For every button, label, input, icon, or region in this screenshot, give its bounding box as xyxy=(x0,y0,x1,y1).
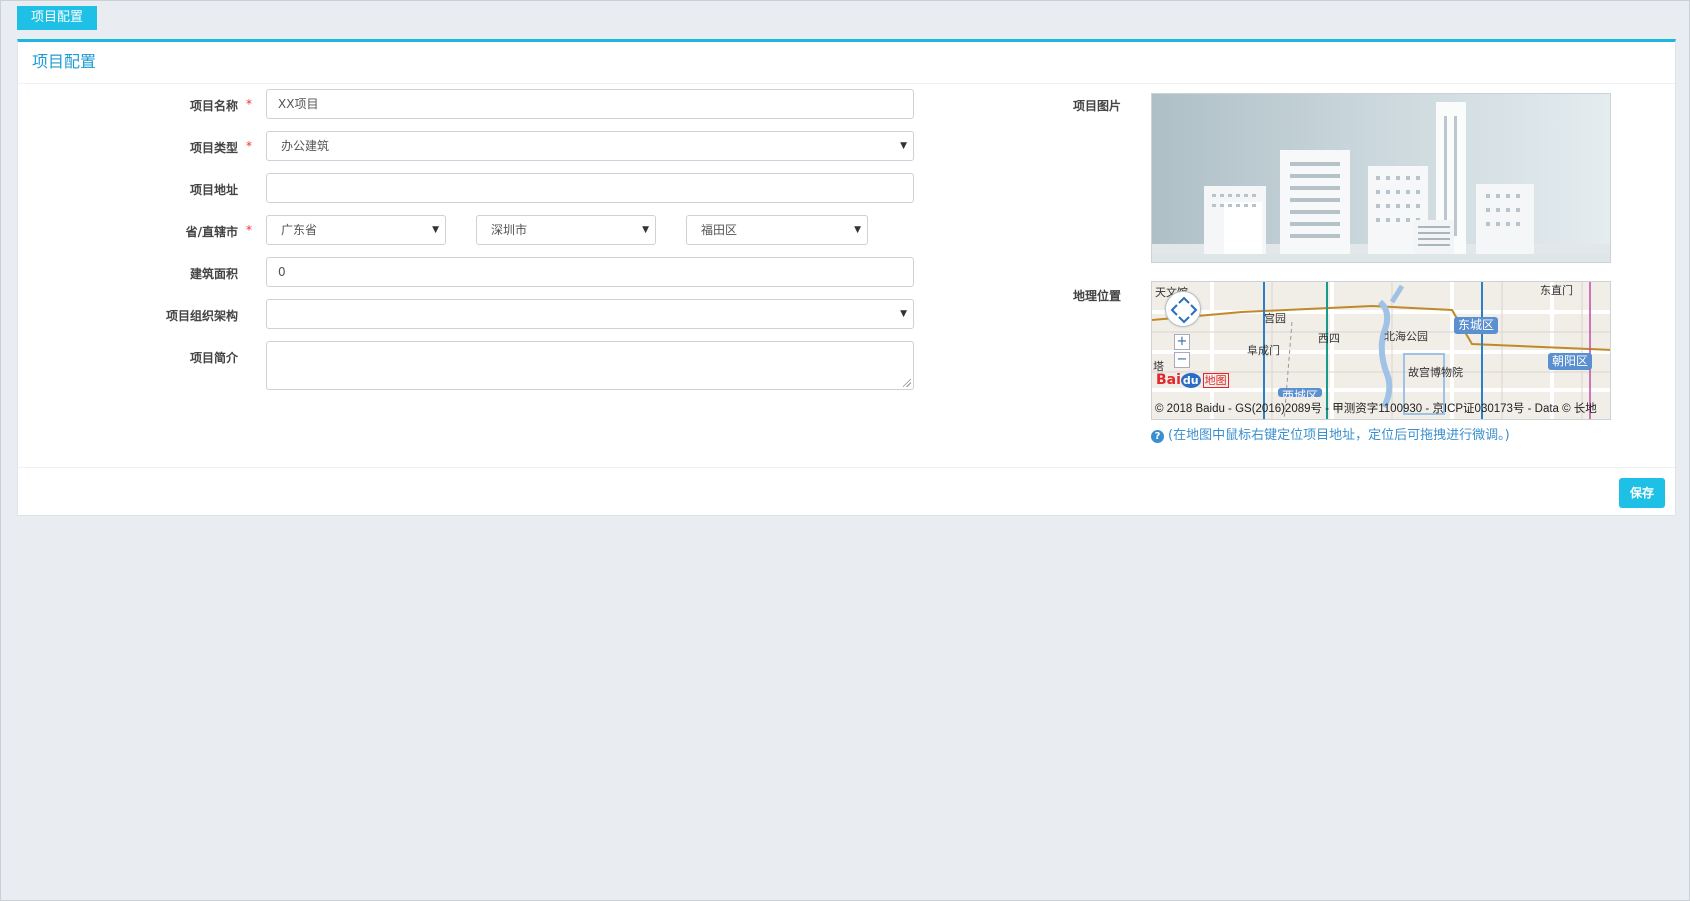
project-image[interactable] xyxy=(1151,93,1611,263)
map-district-dongcheng: 东城区 xyxy=(1454,317,1499,334)
project-address-input[interactable] xyxy=(266,173,914,203)
region-label: 省/直辖市 xyxy=(185,225,238,239)
triangle-down-icon: ▼ xyxy=(642,225,649,235)
map-copyright: © 2018 Baidu - GS(2016)2089号 - 甲测资字11009… xyxy=(1155,403,1597,415)
triangle-down-icon: ▼ xyxy=(900,141,907,151)
footer-divider xyxy=(18,467,1675,468)
region-required-mark: * xyxy=(246,223,252,237)
triangle-down-icon: ▼ xyxy=(432,225,439,235)
zoom-out-icon[interactable]: − xyxy=(1174,352,1190,368)
province-value: 广东省 xyxy=(281,223,318,237)
map-label-xisi: 西四 xyxy=(1318,332,1340,345)
save-button[interactable]: 保存 xyxy=(1619,478,1665,508)
type-required-mark: * xyxy=(246,139,252,153)
project-name-input[interactable]: XX项目 xyxy=(266,89,914,119)
map-label-beihai-park: 北海公园 xyxy=(1384,330,1428,343)
district-value: 福田区 xyxy=(701,223,738,237)
intro-label: 项目简介 xyxy=(189,351,238,365)
name-label: 项目名称 xyxy=(189,99,238,113)
city-value: 深圳市 xyxy=(491,223,528,237)
baidu-map-logo: Bai du 地图 xyxy=(1156,372,1229,388)
image-label: 项目图片 xyxy=(1072,99,1121,113)
org-label: 项目组织架构 xyxy=(165,309,238,323)
map-hint: ? (在地图中鼠标右键定位项目地址，定位后可拖拽进行微调。) xyxy=(1151,424,1510,443)
resize-grip-icon[interactable] xyxy=(903,379,911,387)
map-district-chaoyang: 朝阳区 xyxy=(1548,353,1593,370)
address-label: 项目地址 xyxy=(189,183,238,197)
map-label-fuchengmen: 阜成门 xyxy=(1247,344,1280,357)
map-label-dongzhimen: 东直门 xyxy=(1540,284,1573,297)
triangle-down-icon: ▼ xyxy=(900,309,907,319)
province-select[interactable]: 广东省 ▼ xyxy=(266,215,446,245)
question-circle-icon: ? xyxy=(1151,430,1164,443)
city-select[interactable]: 深圳市 ▼ xyxy=(476,215,656,245)
project-config-panel: 项目配置 项目名称 * XX项目 项目类型 * 办公建筑 ▼ 项目地址 省/直辖… xyxy=(17,39,1676,516)
map-label-palace-museum: 故宫博物院 xyxy=(1408,366,1463,379)
project-intro-textarea[interactable] xyxy=(266,341,914,390)
map-district-xicheng: 西城区 xyxy=(1278,388,1323,397)
triangle-down-icon: ▼ xyxy=(854,225,861,235)
area-label: 建筑面积 xyxy=(189,267,238,281)
type-label: 项目类型 xyxy=(189,141,238,155)
map-hint-text: (在地图中鼠标右键定位项目地址，定位后可拖拽进行微调。) xyxy=(1168,428,1510,443)
district-select[interactable]: 福田区 ▼ xyxy=(686,215,868,245)
baidu-map[interactable]: 天文馆 宫园 西四 阜成门 北海公园 故宫博物院 东直门 塔 东城区 朝阳区 西… xyxy=(1151,281,1611,420)
zoom-in-icon[interactable]: + xyxy=(1174,334,1190,350)
panel-title: 项目配置 xyxy=(18,42,1675,84)
tab-project-config[interactable]: 项目配置 xyxy=(17,6,98,30)
map-label-gongyuan: 宫园 xyxy=(1264,312,1286,325)
pan-arrows-icon xyxy=(1170,296,1198,324)
project-type-value: 办公建筑 xyxy=(281,139,330,153)
name-required-mark: * xyxy=(246,97,252,111)
org-structure-select[interactable]: ▼ xyxy=(266,299,914,329)
city-buildings-illustration xyxy=(1152,102,1610,262)
map-pan-control[interactable] xyxy=(1165,291,1201,327)
building-area-input[interactable]: 0 xyxy=(266,257,914,287)
project-type-select[interactable]: 办公建筑 ▼ xyxy=(266,131,914,161)
location-label: 地理位置 xyxy=(1072,289,1121,303)
